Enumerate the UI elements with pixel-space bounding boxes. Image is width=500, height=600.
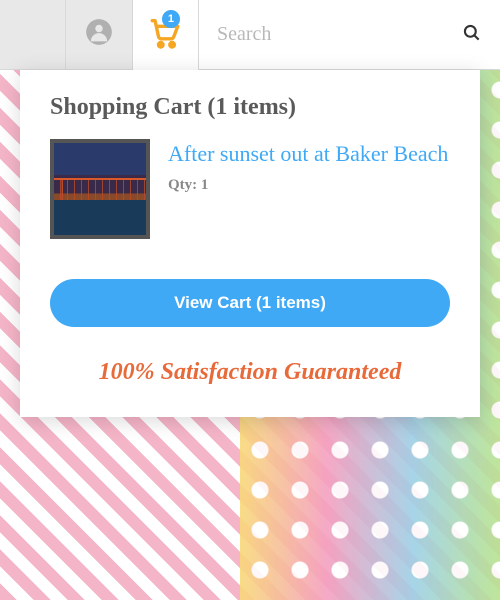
search-icon	[462, 31, 482, 46]
account-button[interactable]	[66, 0, 132, 69]
search-container	[199, 0, 500, 69]
cart-item-thumbnail[interactable]	[50, 139, 150, 239]
cart-item-name[interactable]: After sunset out at Baker Beach	[168, 139, 448, 169]
search-input[interactable]	[217, 23, 462, 46]
cart-item-details: After sunset out at Baker Beach Qty: 1	[168, 139, 448, 239]
top-bar: 1	[0, 0, 500, 70]
satisfaction-guarantee: 100% Satisfaction Guaranteed	[50, 357, 450, 387]
search-button[interactable]	[462, 23, 482, 46]
cart-dropdown: Shopping Cart (1 items) After sunset out…	[20, 70, 480, 417]
view-cart-button[interactable]: View Cart (1 items)	[50, 279, 450, 327]
cart-badge: 1	[162, 10, 180, 28]
cart-item: After sunset out at Baker Beach Qty: 1	[50, 139, 450, 239]
account-icon	[85, 18, 113, 51]
cart-dropdown-title: Shopping Cart (1 items)	[50, 94, 450, 121]
topbar-spacer	[0, 0, 66, 69]
cart-item-qty: Qty: 1	[168, 177, 448, 194]
cart-button[interactable]: 1	[133, 0, 199, 70]
